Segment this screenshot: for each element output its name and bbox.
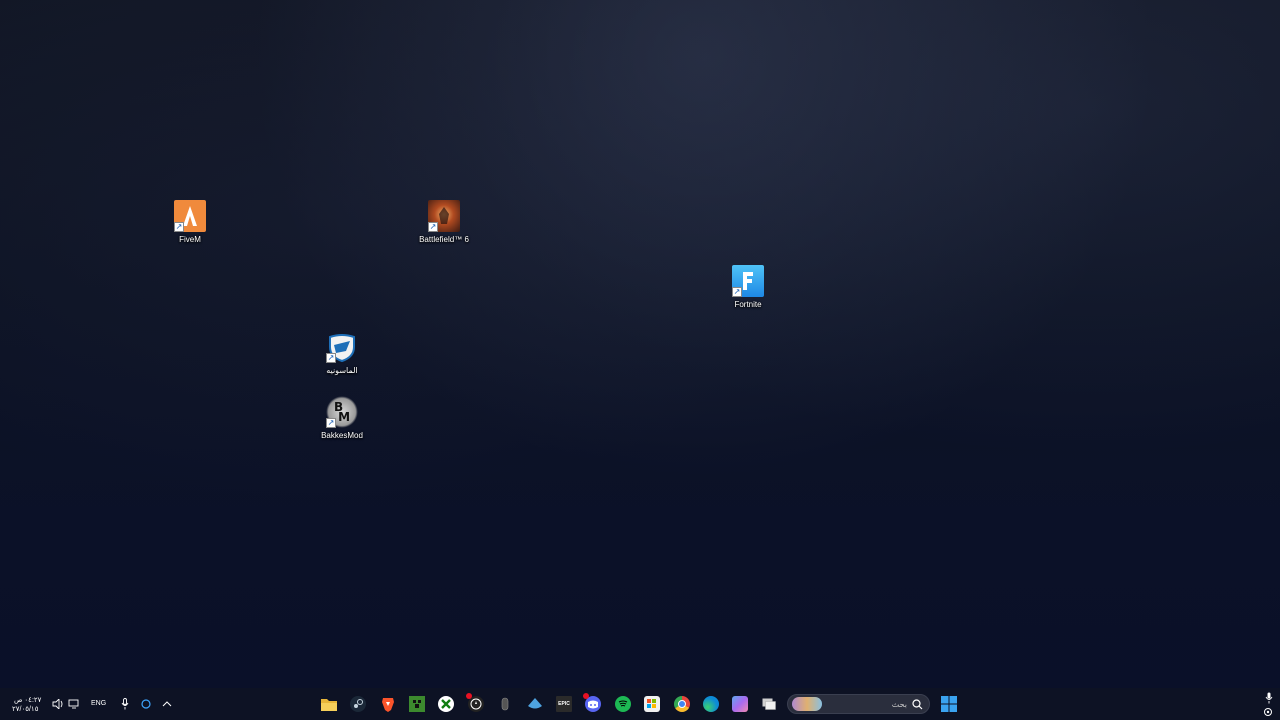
search-highlight-image xyxy=(792,697,822,711)
shortcut-arrow-icon: ↗ xyxy=(326,353,336,363)
microphone-icon[interactable] xyxy=(117,696,133,712)
desktop-icon-battlefield[interactable]: ↗ Battlefield™ 6 xyxy=(406,200,482,244)
start-button[interactable] xyxy=(941,696,957,712)
steam-icon[interactable] xyxy=(350,696,366,712)
clock-date[interactable]: ٢٧/٠٥/١٥ xyxy=(12,705,38,713)
taskview-icon[interactable] xyxy=(761,696,777,712)
desktop-icon-label: Battlefield™ 6 xyxy=(419,235,469,244)
spotify-icon[interactable] xyxy=(615,696,631,712)
desktop-icon-label: FiveM xyxy=(179,235,201,244)
chrome-icon[interactable] xyxy=(674,696,690,712)
bakkesmod-icon: B M ↗ xyxy=(326,396,358,428)
fivem-icon: ↗ xyxy=(174,200,206,232)
desktop-icon-label: Fortnite xyxy=(734,300,762,309)
store-icon[interactable] xyxy=(644,696,660,712)
xbox-icon[interactable] xyxy=(438,696,454,712)
search-icon xyxy=(912,699,923,710)
discord-icon[interactable] xyxy=(583,693,601,712)
rockstar-icon[interactable] xyxy=(466,693,484,712)
clock-time[interactable]: ٠٤:٢٧ ص xyxy=(14,696,41,704)
windows-icon xyxy=(941,696,957,712)
folder-icon[interactable] xyxy=(321,696,337,712)
shortcut-arrow-icon: ↗ xyxy=(174,222,184,232)
copilot-icon[interactable] xyxy=(732,696,748,712)
minecraft-icon[interactable] xyxy=(409,696,425,712)
sync-icon[interactable] xyxy=(138,696,154,712)
battlefield-icon: ↗ xyxy=(428,200,460,232)
language-indicator[interactable]: ENG xyxy=(91,700,106,707)
fortnite-icon: ↗ xyxy=(732,265,764,297)
steam-icon[interactable] xyxy=(527,696,543,712)
search-placeholder: بحث xyxy=(891,700,907,709)
desktop-icon-fivem[interactable]: ↗ FiveM xyxy=(152,200,228,244)
network-icon[interactable] xyxy=(66,696,82,712)
desktop-icon-bakkesmod[interactable]: B M ↗ BakkesMod xyxy=(304,396,380,440)
voice-access-icon[interactable] xyxy=(1261,690,1277,706)
epic-icon[interactable]: EPIC xyxy=(556,696,572,712)
desktop-icon-fortnite[interactable]: ↗ Fortnite xyxy=(710,265,786,309)
taskbar: ٠٤:٢٧ ص ٢٧/٠٥/١٥ ENG EPIC بحث xyxy=(0,688,1280,720)
desktop-icon-label: BakkesMod xyxy=(321,431,363,440)
shortcut-arrow-icon: ↗ xyxy=(428,222,438,232)
volume-icon[interactable] xyxy=(50,696,66,712)
chevron-up-icon[interactable] xyxy=(159,696,175,712)
shortcut-arrow-icon: ↗ xyxy=(732,287,742,297)
settings-gear-icon[interactable] xyxy=(1261,705,1275,719)
shortcut-arrow-icon: ↗ xyxy=(326,418,336,428)
mouse-icon[interactable] xyxy=(497,696,513,712)
edge-icon[interactable] xyxy=(703,696,719,712)
desktop-icon-rocket-league[interactable]: ↗ الماسونيه xyxy=(304,331,380,375)
brave-icon[interactable] xyxy=(380,696,396,712)
rocket-league-icon: ↗ xyxy=(326,331,358,363)
desktop-icon-label: الماسونيه xyxy=(326,366,358,375)
search-box[interactable]: بحث xyxy=(787,694,930,714)
